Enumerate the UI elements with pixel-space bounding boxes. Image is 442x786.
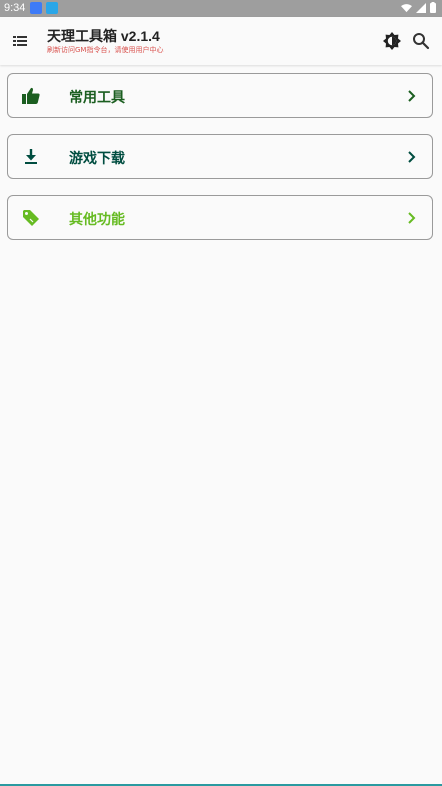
search-icon[interactable] <box>412 32 430 50</box>
status-time: 9:34 <box>4 2 26 14</box>
battery-icon <box>430 2 436 13</box>
menu-item-game-download[interactable]: 游戏下载 <box>7 134 433 179</box>
tag-icon <box>23 210 39 226</box>
chevron-right-icon <box>408 212 416 224</box>
app-bar: 天理工具箱 v2.1.4 刷新访问GM指令台，请使用用户中心 <box>0 17 442 65</box>
app-title: 天理工具箱 v2.1.4 <box>47 28 160 44</box>
download-icon <box>25 149 37 164</box>
menu-item-label: 其他功能 <box>69 212 125 228</box>
wifi-icon <box>401 3 412 12</box>
menu-item-label: 常用工具 <box>69 90 125 106</box>
theme-toggle-icon[interactable] <box>382 31 402 51</box>
app-subtitle: 刷新访问GM指令台，请使用用户中心 <box>47 46 164 54</box>
download-notification-icon <box>46 2 58 14</box>
signal-icon <box>416 2 426 13</box>
list-icon[interactable] <box>12 33 28 49</box>
chevron-right-icon <box>408 151 416 163</box>
menu-item-other-functions[interactable]: 其他功能 <box>7 195 433 240</box>
chevron-right-icon <box>408 90 416 102</box>
app-notification-icon <box>30 2 42 14</box>
status-bar: 9:34 <box>0 0 442 17</box>
menu-item-label: 游戏下载 <box>69 151 125 167</box>
menu-item-common-tools[interactable]: 常用工具 <box>7 73 433 118</box>
thumbs-up-icon <box>22 87 40 104</box>
